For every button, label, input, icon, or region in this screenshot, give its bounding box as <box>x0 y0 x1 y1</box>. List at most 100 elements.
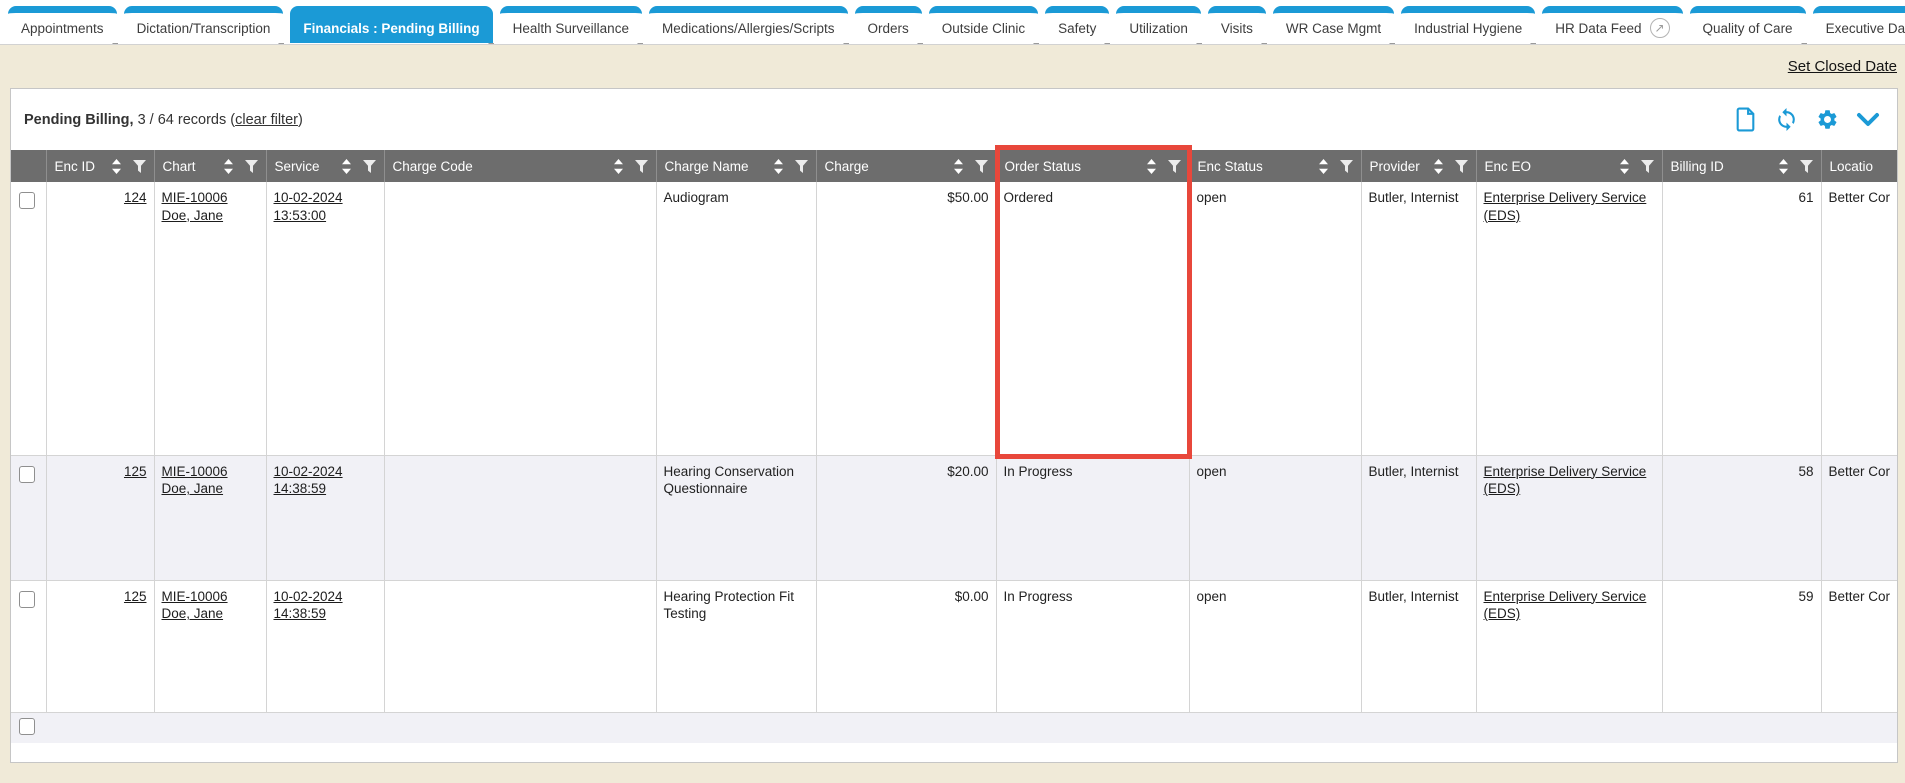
tab-safety[interactable]: Safety <box>1045 6 1109 43</box>
sort-icon[interactable] <box>1318 159 1329 174</box>
tab-menu-fold-icon <box>1530 43 1536 45</box>
tab-wr-case-mgmt[interactable]: WR Case Mgmt <box>1273 6 1394 43</box>
tab-outside-clinic[interactable]: Outside Clinic <box>929 6 1038 43</box>
column-header-billing-id[interactable]: Billing ID <box>1662 150 1821 182</box>
filter-icon[interactable] <box>1168 160 1181 173</box>
service-link[interactable]: 10-02-2024 13:53:00 <box>274 190 343 223</box>
column-header-enc-status[interactable]: Enc Status <box>1189 150 1361 182</box>
enc-eo-link[interactable]: Enterprise Delivery Service (EDS) <box>1484 464 1647 497</box>
tab-utilization[interactable]: Utilization <box>1116 6 1201 43</box>
enc-id-link[interactable]: 125 <box>124 589 147 604</box>
record-count: 3 / 64 records ( <box>134 112 236 128</box>
tab-menu-fold-icon <box>112 43 118 45</box>
column-header-location[interactable]: Locatio <box>1821 150 1897 182</box>
sort-icon[interactable] <box>953 159 964 174</box>
tab-hr-data-feed[interactable]: HR Data Feed↗ <box>1542 6 1682 43</box>
chart-link[interactable]: MIE-10006 Doe, Jane <box>162 190 228 223</box>
provider-cell: Butler, Internist <box>1361 580 1476 712</box>
sort-icon[interactable] <box>1433 159 1444 174</box>
panel-header: Pending Billing, 3 / 64 records (clear f… <box>11 89 1897 150</box>
tab-visits[interactable]: Visits <box>1208 6 1266 43</box>
service-link[interactable]: 10-02-2024 14:38:59 <box>274 589 343 622</box>
sort-icon[interactable] <box>223 159 234 174</box>
filter-icon[interactable] <box>245 160 258 173</box>
tab-industrial-hygiene[interactable]: Industrial Hygiene <box>1401 6 1535 43</box>
gear-icon <box>1816 108 1839 131</box>
sort-icon[interactable] <box>111 159 122 174</box>
sort-icon[interactable] <box>1619 159 1630 174</box>
sort-icon[interactable] <box>773 159 784 174</box>
tab-quality-of-care[interactable]: Quality of Care <box>1690 6 1806 43</box>
row-checkbox[interactable] <box>19 466 35 483</box>
tab-bar: Appointments Dictation/Transcription Fin… <box>0 0 1905 45</box>
service-link[interactable]: 10-02-2024 14:38:59 <box>274 464 343 497</box>
select-all-header[interactable] <box>11 150 46 182</box>
table-header-row: Enc ID Chart Service Charge Code Charge … <box>11 150 1897 182</box>
tab-menu-fold-icon <box>278 43 284 45</box>
tab-appointments[interactable]: Appointments <box>8 6 117 43</box>
enc-eo-link[interactable]: Enterprise Delivery Service (EDS) <box>1484 190 1647 223</box>
filter-icon[interactable] <box>795 160 808 173</box>
location-cell: Better Cor <box>1821 580 1897 712</box>
billing-id-cell: 58 <box>1662 455 1821 580</box>
tab-financials-pending-billing[interactable]: Financials : Pending Billing <box>290 6 492 43</box>
sort-icon[interactable] <box>1778 159 1789 174</box>
chart-link[interactable]: MIE-10006 Doe, Jane <box>162 464 228 497</box>
charge-cell: $0.00 <box>816 580 996 712</box>
row-checkbox[interactable] <box>19 192 35 209</box>
tab-orders[interactable]: Orders <box>855 6 922 43</box>
column-header-enc-id[interactable]: Enc ID <box>46 150 154 182</box>
charge-code-cell <box>384 455 656 580</box>
order-status-cell: Ordered <box>996 182 1189 455</box>
clear-filter-link[interactable]: clear filter <box>235 112 298 128</box>
table-row: 124 MIE-10006 Doe, Jane 10-02-2024 13:53… <box>11 182 1897 455</box>
tab-medications-allergies-scripts[interactable]: Medications/Allergies/Scripts <box>649 6 848 43</box>
collapse-button[interactable] <box>1855 107 1881 133</box>
tab-menu-fold-icon <box>637 43 643 45</box>
sort-icon[interactable] <box>613 159 624 174</box>
filter-icon[interactable] <box>1340 160 1353 173</box>
set-closed-date-link[interactable]: Set Closed Date <box>1788 58 1897 75</box>
external-link-icon: ↗ <box>1650 18 1670 38</box>
filter-icon[interactable] <box>635 160 648 173</box>
enc-id-link[interactable]: 124 <box>124 190 147 205</box>
tab-menu-fold-icon <box>917 43 923 45</box>
sort-icon[interactable] <box>1146 159 1157 174</box>
charge-cell: $50.00 <box>816 182 996 455</box>
filter-icon[interactable] <box>975 160 988 173</box>
column-header-chart[interactable]: Chart <box>154 150 266 182</box>
column-header-provider[interactable]: Provider <box>1361 150 1476 182</box>
refresh-button[interactable] <box>1773 107 1799 133</box>
actions-row: Set Closed Date <box>0 45 1905 88</box>
filter-icon[interactable] <box>363 160 376 173</box>
enc-id-link[interactable]: 125 <box>124 464 147 479</box>
enc-eo-link[interactable]: Enterprise Delivery Service (EDS) <box>1484 589 1647 622</box>
tab-health-surveillance[interactable]: Health Surveillance <box>500 6 642 43</box>
column-header-order-status[interactable]: Order Status <box>996 150 1189 182</box>
new-document-button[interactable] <box>1732 107 1758 133</box>
tab-executive-dashboard[interactable]: Executive Dashb <box>1813 6 1905 43</box>
location-cell: Better Cor <box>1821 182 1897 455</box>
tab-menu-fold-icon <box>843 43 849 45</box>
sort-icon[interactable] <box>341 159 352 174</box>
filter-icon[interactable] <box>1455 160 1468 173</box>
tab-menu-fold-icon <box>1389 43 1395 45</box>
column-header-charge-code[interactable]: Charge Code <box>384 150 656 182</box>
enc-status-cell: open <box>1189 455 1361 580</box>
enc-status-cell: open <box>1189 182 1361 455</box>
column-header-charge[interactable]: Charge <box>816 150 996 182</box>
filter-icon[interactable] <box>1800 160 1813 173</box>
column-header-enc-eo[interactable]: Enc EO <box>1476 150 1662 182</box>
charge-code-cell <box>384 182 656 455</box>
settings-button[interactable] <box>1814 107 1840 133</box>
column-header-service[interactable]: Service <box>266 150 384 182</box>
tab-dictation-transcription[interactable]: Dictation/Transcription <box>124 6 284 43</box>
chart-link[interactable]: MIE-10006 Doe, Jane <box>162 589 228 622</box>
filter-icon[interactable] <box>1641 160 1654 173</box>
footer-checkbox[interactable] <box>19 718 35 735</box>
row-checkbox[interactable] <box>19 591 35 608</box>
enc-status-cell: open <box>1189 580 1361 712</box>
column-header-charge-name[interactable]: Charge Name <box>656 150 816 182</box>
filter-icon[interactable] <box>133 160 146 173</box>
table-row: 125 MIE-10006 Doe, Jane 10-02-2024 14:38… <box>11 580 1897 712</box>
